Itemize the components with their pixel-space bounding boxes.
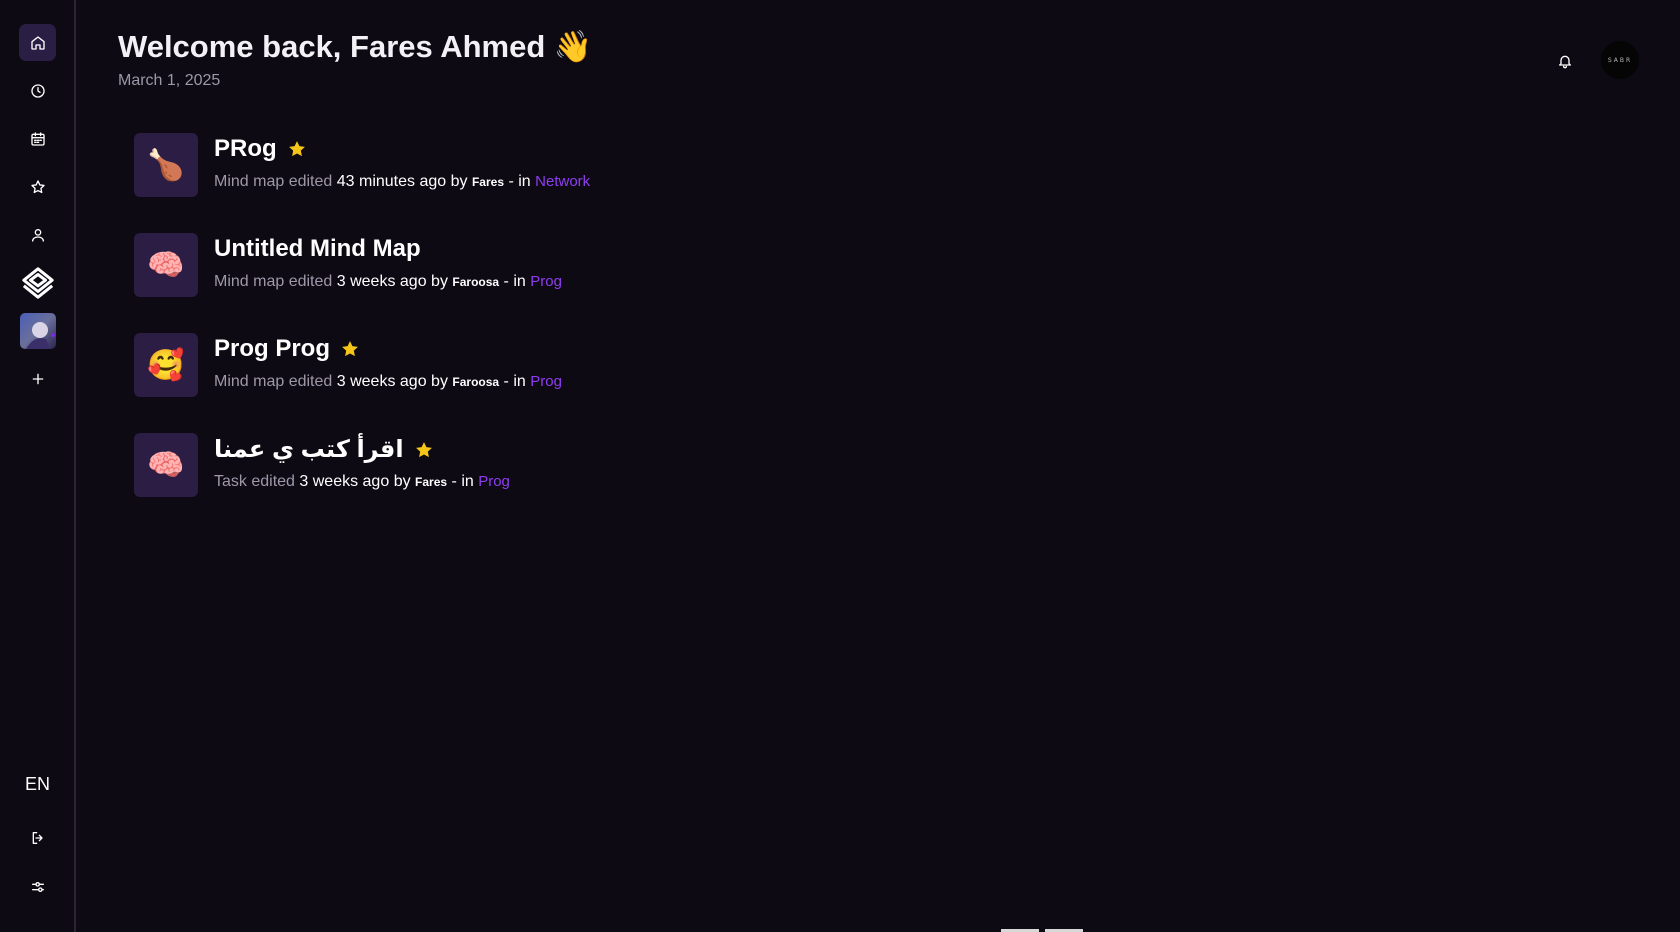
- item-title: اقرأ كتب ي عمنا: [214, 436, 404, 463]
- item-dash: -: [503, 373, 509, 390]
- recent-item[interactable]: 🍗 PRog Mind map edited 43 minutes ago by…: [134, 133, 834, 233]
- sidebar-item-profile[interactable]: [19, 216, 56, 253]
- page-title: Welcome back, Fares Ahmed 👋: [118, 29, 593, 64]
- item-by: by: [450, 173, 468, 190]
- item-in: in: [461, 473, 474, 490]
- sliders-icon: [31, 881, 44, 892]
- item-emoji-icon: 🍗: [134, 133, 198, 197]
- user-icon: [31, 228, 44, 242]
- item-title-row: Prog Prog: [214, 335, 360, 363]
- item-dash: -: [508, 173, 514, 190]
- settings-button[interactable]: [19, 868, 56, 905]
- plus-icon: [32, 373, 43, 384]
- avatar-text: SABR: [1607, 56, 1633, 64]
- sidebar-item-calendar[interactable]: [19, 120, 56, 157]
- recent-item[interactable]: 🧠 اقرأ كتب ي عمنا Task edited 3 weeks ag…: [134, 433, 834, 533]
- item-author: Faroosa: [452, 275, 500, 289]
- item-action: Mind map edited: [214, 273, 333, 290]
- star-icon: [30, 179, 45, 193]
- item-time: 3 weeks ago: [299, 473, 390, 490]
- item-time: 43 minutes ago: [336, 173, 447, 190]
- item-title-row: Untitled Mind Map: [214, 235, 421, 263]
- favorite-star-icon[interactable]: [287, 139, 307, 159]
- item-author: Fares: [415, 475, 448, 489]
- favorite-star-icon[interactable]: [414, 440, 434, 460]
- language-toggle[interactable]: EN: [19, 772, 56, 796]
- page-date: March 1, 2025: [118, 72, 221, 89]
- item-meta: Mind map edited 43 minutes ago by Fares …: [214, 173, 590, 191]
- item-emoji-icon: 🥰: [134, 333, 198, 397]
- item-meta: Task edited 3 weeks ago by Fares - in Pr…: [214, 473, 510, 491]
- sidebar-item-workspace-logo[interactable]: [19, 264, 56, 301]
- notifications-button[interactable]: [1553, 49, 1577, 73]
- item-in: in: [518, 173, 531, 190]
- sidebar-item-favorites[interactable]: [19, 168, 56, 205]
- item-author: Fares: [471, 175, 504, 189]
- workspace-avatar-icon: [19, 312, 56, 349]
- item-by: by: [431, 273, 448, 290]
- item-title: Prog Prog: [214, 335, 331, 362]
- item-by: by: [431, 373, 448, 390]
- recent-item[interactable]: 🧠 Untitled Mind Map Mind map edited 3 we…: [134, 233, 834, 333]
- item-title-row: PRog: [214, 135, 307, 163]
- favorite-star-icon[interactable]: [340, 339, 360, 359]
- sidebar-add-button[interactable]: [19, 360, 56, 397]
- item-workspace-link[interactable]: Prog: [530, 273, 562, 290]
- item-action: Mind map edited: [214, 173, 333, 190]
- item-workspace-link[interactable]: Prog: [530, 373, 562, 390]
- item-title: Untitled Mind Map: [214, 235, 421, 262]
- item-emoji-icon: 🧠: [134, 433, 198, 497]
- item-author: Faroosa: [452, 375, 500, 389]
- clock-icon: [30, 83, 45, 98]
- logout-icon: [32, 831, 43, 844]
- item-by: by: [393, 473, 411, 490]
- workspace-logo-icon: [21, 266, 54, 299]
- recent-item[interactable]: 🥰 Prog Prog Mind map edited 3 weeks ago …: [134, 333, 834, 433]
- item-dash: -: [503, 273, 509, 290]
- calendar-icon: [30, 131, 45, 146]
- item-workspace-link[interactable]: Prog: [478, 473, 510, 490]
- item-action: Mind map edited: [214, 373, 333, 390]
- item-action: Task edited: [214, 473, 295, 490]
- sidebar-item-recent[interactable]: [19, 72, 56, 109]
- item-title-row: اقرأ كتب ي عمنا: [214, 435, 434, 464]
- item-meta: Mind map edited 3 weeks ago by Faroosa -…: [214, 373, 562, 391]
- item-in: in: [513, 273, 526, 290]
- item-meta: Mind map edited 3 weeks ago by Faroosa -…: [214, 273, 562, 291]
- item-in: in: [513, 373, 526, 390]
- recent-list: 🍗 PRog Mind map edited 43 minutes ago by…: [134, 133, 834, 533]
- bell-icon: [1559, 55, 1571, 69]
- item-title: PRog: [214, 135, 277, 162]
- sidebar-item-home[interactable]: [19, 24, 56, 61]
- sidebar-item-workspace-avatar[interactable]: [19, 312, 56, 349]
- item-time: 3 weeks ago: [336, 373, 427, 390]
- logout-button[interactable]: [19, 819, 56, 856]
- item-emoji-icon: 🧠: [134, 233, 198, 297]
- home-icon: [30, 35, 45, 50]
- item-workspace-link[interactable]: Network: [535, 173, 590, 190]
- item-dash: -: [451, 473, 457, 490]
- user-avatar[interactable]: SABR: [1601, 41, 1639, 79]
- item-time: 3 weeks ago: [336, 273, 427, 290]
- sidebar: EN: [0, 0, 76, 932]
